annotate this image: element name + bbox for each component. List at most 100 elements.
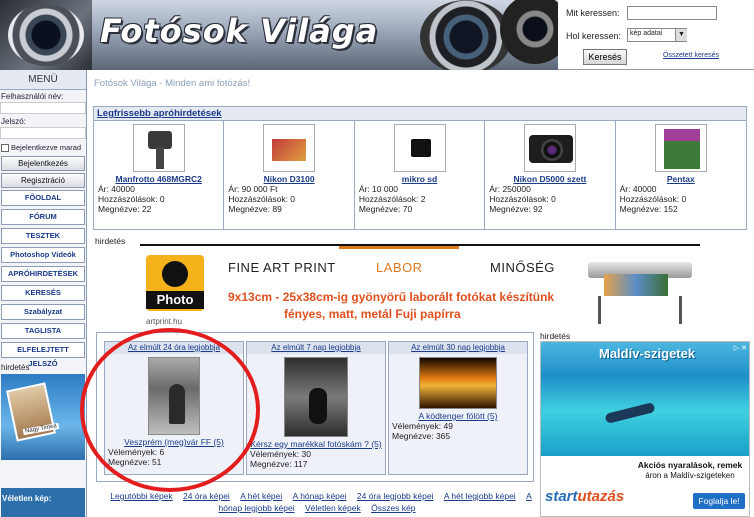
best-photos-panel: Az elmúlt 24 óra legjobbja Veszprém (meg…	[96, 332, 534, 482]
best-photo-24h: Az elmúlt 24 óra legjobbja Veszprém (meg…	[104, 341, 244, 475]
nav-item-tests[interactable]: TESZTEK	[1, 228, 85, 244]
best-photo-title[interactable]: Kérsz egy marékkal fotóskám ? (5)	[250, 439, 382, 449]
maldives-ad[interactable]: Maldív-szigetek ▷ ✕ Akciós nyaralások, r…	[540, 341, 750, 517]
nav-item-photoshop-videos[interactable]: Photoshop Videók	[1, 247, 85, 263]
best-photo-opinions: Vélemények: 49	[392, 421, 453, 431]
site-title[interactable]: Fotósok Világa	[100, 12, 378, 50]
aperture-icon	[162, 261, 188, 287]
lens-icon	[500, 0, 558, 64]
logo-part-a: start	[545, 488, 578, 505]
ad-views: Megnézve: 22	[98, 204, 152, 214]
nav-item-classifieds[interactable]: APRÓHIRDETÉSEK	[1, 266, 85, 282]
link-week-best[interactable]: A hét legjobb képei	[444, 491, 516, 501]
link-week-images[interactable]: A hét képei	[240, 491, 282, 501]
remember-me[interactable]: Bejelentkezve marad	[0, 140, 86, 155]
nav-item-rules[interactable]: Szabályzat	[1, 304, 85, 320]
ad-comments: Hozzászólások: 0	[228, 194, 296, 204]
sd-card-icon[interactable]	[393, 124, 446, 172]
ad-choices-icon[interactable]: ▷ ✕	[734, 344, 747, 352]
printer-image	[588, 256, 692, 326]
link-random-images[interactable]: Véletlen képek	[305, 503, 361, 513]
ad-item: Nikon D5000 szett Ár: 250000 Hozzászólás…	[485, 121, 616, 229]
banner-tab-labor: LABOR	[376, 260, 423, 275]
ad-item-title[interactable]: Nikon D3100	[228, 174, 349, 184]
nav-item-forum[interactable]: FÓRUM	[1, 209, 85, 225]
ad-text-bold: Akciós nyaralások, remek	[637, 460, 743, 470]
best-photo-title[interactable]: Veszprém (meg)vár FF (5)	[108, 437, 240, 447]
ad-item-title[interactable]: Pentax	[620, 174, 742, 184]
ad-title: Maldív-szigetek	[599, 346, 696, 361]
advanced-search-link[interactable]: Összetett keresés	[663, 52, 719, 59]
ad-comments: Hozzászólások: 0	[98, 194, 165, 204]
ad-item: Pentax Ár: 40000 Hozzászólások: 0 Megnéz…	[616, 121, 746, 229]
ad-label: hirdetés	[540, 331, 571, 341]
banner-text-line1: 9x13cm - 25x38cm-ig gyönyörű laborált fo…	[228, 290, 555, 304]
camera-icon[interactable]	[263, 124, 316, 172]
best-photo-thumbnail[interactable]	[419, 357, 497, 409]
book-now-button[interactable]: Foglalja le!	[693, 493, 745, 509]
lens-icon	[8, 4, 84, 66]
best-photo-header[interactable]: Az elmúlt 7 nap legjobbja	[247, 342, 385, 354]
sidebar: MENÜ Felhasználói név: Jelszó: Bejelentk…	[0, 70, 87, 517]
link-month-images[interactable]: A hónap képei	[293, 491, 347, 501]
ad-price: Ár: 10 000	[358, 184, 399, 194]
ad-item-title[interactable]: mikro sd	[359, 174, 480, 184]
sidebar-ad[interactable]: Nagy Timea	[1, 374, 85, 460]
photo-logo: Photo	[146, 255, 204, 311]
best-photo-views: Megnézve: 117	[250, 459, 308, 469]
photo-lab-banner-ad[interactable]: Photo artprint.hu FINE ART PRINT LABOR M…	[140, 244, 700, 328]
banner-text-line2: fényes, matt, metál Fuji papírra	[284, 307, 461, 321]
link-24h-images[interactable]: 24 óra képei	[183, 491, 230, 501]
ad-label: hirdetés	[95, 236, 126, 246]
ad-views: Megnézve: 152	[619, 204, 678, 214]
tripod-icon[interactable]	[132, 124, 185, 172]
ad-comments: Hozzászólások: 0	[619, 194, 687, 204]
newest-ads-panel: Legfrissebb apróhirdetések Manfrotto 468…	[93, 106, 747, 230]
ad-price: Ár: 40000	[619, 184, 657, 194]
ad-item: mikro sd Ár: 10 000 Hozzászólások: 2 Meg…	[355, 121, 486, 229]
camera-icon[interactable]	[523, 124, 576, 172]
login-button[interactable]: Bejelentkezés	[1, 156, 85, 171]
banner-tab-fine-art: FINE ART PRINT	[228, 260, 336, 275]
ad-item-title[interactable]: Nikon D5000 szett	[489, 174, 610, 184]
register-button[interactable]: Regisztráció	[1, 173, 85, 188]
ad-price: Ár: 90 000 Ft	[228, 184, 278, 194]
best-photo-opinions: Vélemények: 6	[108, 447, 165, 457]
best-photo-thumbnail[interactable]	[148, 357, 200, 435]
username-field[interactable]	[0, 102, 86, 114]
plant-icon[interactable]	[654, 124, 707, 172]
link-latest-images[interactable]: Legutóbbi képek	[110, 491, 172, 501]
best-photo-thumbnail[interactable]	[284, 357, 348, 437]
ads-row: Manfrotto 468MGRC2 Ár: 40000 Hozzászólás…	[94, 121, 746, 229]
best-photo-header[interactable]: Az elmúlt 24 óra legjobbja	[105, 342, 243, 354]
nav-item-search[interactable]: KERESÉS	[1, 285, 85, 301]
site-banner[interactable]: Fotósok Világa	[0, 0, 558, 70]
remember-checkbox[interactable]	[1, 143, 9, 152]
best-photo-views: Megnézve: 365	[392, 431, 451, 441]
random-image-label: Véletlen kép:	[2, 494, 52, 503]
nav-item-home[interactable]: FŐOLDAL	[1, 190, 85, 206]
logo-word: Photo	[146, 291, 204, 309]
ad-text-body: áron a Maldív-szigeteken	[645, 471, 735, 480]
diver-image	[604, 402, 656, 424]
best-photo-header[interactable]: Az elmúlt 30 nap legjobbja	[389, 342, 527, 354]
chevron-down-icon[interactable]: ▼	[675, 29, 687, 41]
nav-item-members[interactable]: TAGLISTA	[1, 323, 85, 339]
ad-item-title[interactable]: Manfrotto 468MGRC2	[98, 174, 219, 184]
link-all-images[interactable]: Összes kép	[371, 503, 415, 513]
best-photo-title[interactable]: A ködtenger fölött (5)	[392, 411, 524, 421]
search-label: Mit keressen:	[566, 8, 620, 18]
header: Fotósok Világa Mit keressen: Hol keresse…	[0, 0, 754, 70]
search-input[interactable]	[627, 6, 717, 20]
search-button[interactable]: Keresés	[583, 49, 627, 65]
ad-comments: Hozzászólások: 2	[358, 194, 426, 204]
logo-part-b: utazás	[577, 488, 625, 505]
link-24h-best[interactable]: 24 óra legjobb képei	[357, 491, 434, 501]
newest-ads-title[interactable]: Legfrissebb apróhirdetések	[94, 107, 746, 121]
ad-text: Akciós nyaralások, remek áron a Maldív-s…	[633, 460, 747, 481]
password-field[interactable]	[0, 127, 86, 139]
ad-views: Megnézve: 89	[228, 204, 282, 214]
where-label: Hol keressen:	[566, 31, 622, 41]
gallery-links: Legutóbbi képek 24 óra képei A hét képei…	[106, 490, 532, 514]
nav-item-forgot-password[interactable]: ELFELEJTETT JELSZÓ	[1, 342, 85, 368]
